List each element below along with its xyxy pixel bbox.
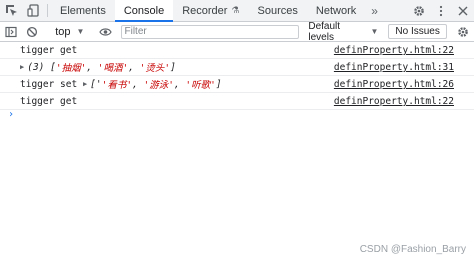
settings-gear-icon[interactable] — [408, 0, 430, 21]
console-message: tigger get definProperty.html:22 — [0, 93, 474, 110]
tab-sources-label: Sources — [257, 4, 298, 17]
array-item: '烫头' — [139, 63, 171, 74]
expand-arrow-icon[interactable]: ▶ — [20, 63, 24, 71]
console-prompt[interactable]: › — [8, 109, 14, 120]
console-message: tigger get definProperty.html:22 — [0, 42, 474, 59]
array-item: '看书' — [101, 80, 133, 91]
tab-bar-right-actions — [408, 0, 474, 21]
filter-input[interactable] — [120, 24, 300, 39]
console-settings-gear-icon[interactable] — [453, 21, 474, 42]
clear-console-icon[interactable] — [21, 21, 42, 42]
array-close: ] — [215, 78, 222, 90]
context-label: top — [55, 25, 71, 38]
array-count: (3) — [27, 61, 45, 73]
tab-recorder[interactable]: Recorder ⚗ — [173, 0, 248, 21]
expand-arrow-icon[interactable]: ▶ — [83, 80, 87, 88]
console-output: tigger get definProperty.html:22 ▶ (3) [… — [0, 42, 474, 261]
array-item: '游泳' — [143, 80, 174, 91]
array-close: ] — [170, 61, 176, 73]
array-item: '听歌' — [185, 80, 216, 91]
source-link[interactable]: definProperty.html:22 — [334, 96, 454, 107]
devtools-tab-bar: Elements Console Recorder ⚗ Sources Netwo… — [0, 0, 474, 22]
context-selector[interactable]: top ▼ — [49, 26, 88, 38]
flask-icon: ⚗ — [231, 5, 240, 15]
dropdown-arrow-icon: ▼ — [76, 27, 85, 36]
more-tabs-label: » — [371, 3, 378, 18]
dropdown-arrow-icon: ▼ — [370, 27, 379, 36]
tab-sources[interactable]: Sources — [249, 0, 307, 21]
device-toolbar-icon[interactable] — [22, 0, 44, 21]
more-tabs-button[interactable]: » — [365, 0, 384, 21]
inspect-element-icon[interactable] — [0, 0, 22, 21]
source-link[interactable]: definProperty.html:22 — [334, 45, 454, 56]
tab-elements[interactable]: Elements — [51, 0, 115, 21]
log-levels-dropdown[interactable]: Default levels ▼ — [308, 21, 378, 43]
tab-network[interactable]: Network — [307, 0, 365, 21]
console-toolbar: top ▼ Default levels ▼ No Issues — [0, 21, 474, 43]
tab-elements-label: Elements — [60, 4, 106, 17]
tab-network-label: Network — [315, 4, 357, 17]
source-link[interactable]: definProperty.html:26 — [334, 79, 454, 90]
message-text: tigger get — [20, 44, 78, 56]
more-options-icon[interactable] — [430, 0, 452, 21]
array-open: [' — [90, 78, 102, 90]
tab-recorder-label: Recorder — [182, 4, 228, 17]
source-link[interactable]: definProperty.html:31 — [334, 62, 454, 73]
array-item: '喝酒' — [97, 63, 129, 74]
message-prefix: tigger set — [20, 78, 78, 90]
close-icon[interactable] — [452, 0, 474, 21]
tab-console-label: Console — [123, 4, 165, 17]
live-expression-eye-icon[interactable] — [95, 21, 116, 42]
watermark: CSDN @Fashion_Barry — [359, 244, 466, 255]
message-text: tigger get — [20, 95, 78, 107]
issues-button[interactable]: No Issues — [388, 24, 447, 39]
issues-label: No Issues — [395, 26, 440, 37]
console-message: ▶ (3) ['抽烟', '喝酒', '烫头'] definProperty.h… — [0, 59, 474, 76]
tab-console[interactable]: Console — [114, 0, 174, 22]
toolbar-divider — [47, 4, 48, 17]
console-message: tigger set ▶ [' '看书', '游泳', '听歌'] definPro… — [0, 76, 474, 93]
levels-label: Default levels — [308, 20, 341, 43]
show-sidebar-icon[interactable] — [0, 21, 21, 42]
array-item: '抽烟' — [55, 63, 87, 74]
